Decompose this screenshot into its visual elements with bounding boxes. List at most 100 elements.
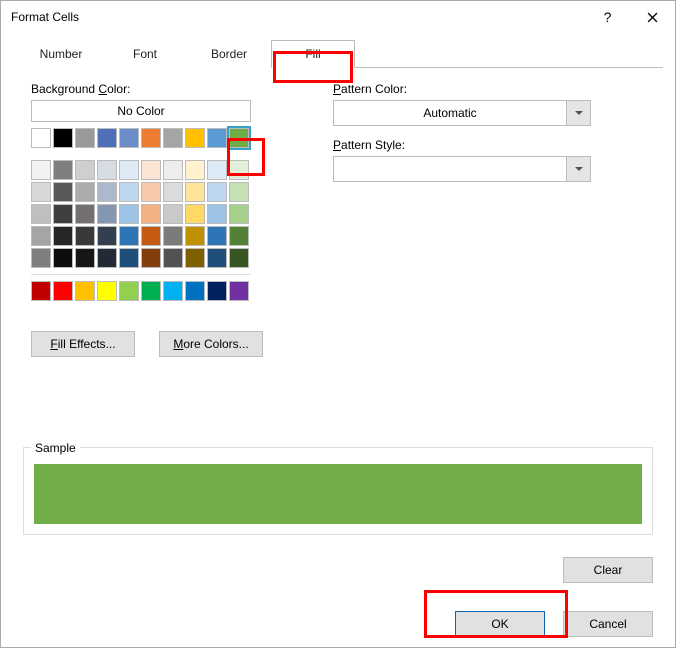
color-swatch[interactable] [163, 248, 183, 268]
tabstrip: Number Font Border Fill [19, 39, 663, 68]
color-swatch[interactable] [229, 204, 249, 224]
color-swatch[interactable] [75, 226, 95, 246]
no-color-button[interactable]: No Color [31, 100, 251, 122]
pattern-color-dropdown[interactable]: Automatic [333, 100, 591, 126]
color-swatch[interactable] [119, 226, 139, 246]
color-swatch[interactable] [141, 226, 161, 246]
color-swatch[interactable] [31, 182, 51, 202]
color-swatch[interactable] [185, 226, 205, 246]
right-column: Pattern Color: Automatic Pattern Style: [333, 82, 591, 357]
color-swatch[interactable] [75, 160, 95, 180]
pattern-color-label: Pattern Color: [333, 82, 591, 96]
color-swatch[interactable] [31, 160, 51, 180]
color-swatch[interactable] [97, 182, 117, 202]
close-button[interactable] [630, 1, 675, 33]
standard-colors-row [31, 281, 263, 301]
color-swatch[interactable] [185, 281, 205, 301]
color-swatch[interactable] [163, 182, 183, 202]
color-swatch[interactable] [207, 160, 227, 180]
color-swatch[interactable] [185, 248, 205, 268]
color-swatch[interactable] [53, 182, 73, 202]
color-swatch[interactable] [185, 182, 205, 202]
color-swatch[interactable] [31, 281, 51, 301]
color-swatch[interactable] [207, 226, 227, 246]
color-swatch[interactable] [53, 226, 73, 246]
color-swatch[interactable] [229, 128, 249, 148]
color-swatch[interactable] [119, 182, 139, 202]
color-swatch[interactable] [75, 248, 95, 268]
color-swatch[interactable] [185, 204, 205, 224]
color-swatch[interactable] [141, 160, 161, 180]
color-swatch[interactable] [119, 281, 139, 301]
color-swatch[interactable] [119, 248, 139, 268]
color-swatch[interactable] [97, 204, 117, 224]
tab-number[interactable]: Number [19, 40, 103, 68]
left-column: Background Color: No Color Fill Effects.… [31, 82, 263, 357]
color-swatch[interactable] [163, 128, 183, 148]
color-swatch[interactable] [185, 160, 205, 180]
color-swatch[interactable] [97, 281, 117, 301]
color-swatch[interactable] [207, 182, 227, 202]
cancel-button[interactable]: Cancel [563, 611, 653, 637]
ok-button[interactable]: OK [455, 611, 545, 637]
color-swatch[interactable] [53, 160, 73, 180]
color-swatch[interactable] [119, 160, 139, 180]
color-swatch[interactable] [119, 128, 139, 148]
color-swatch[interactable] [229, 160, 249, 180]
color-swatch[interactable] [229, 248, 249, 268]
color-palette [31, 128, 263, 268]
color-swatch[interactable] [75, 204, 95, 224]
color-swatch[interactable] [75, 182, 95, 202]
color-swatch[interactable] [53, 281, 73, 301]
color-swatch[interactable] [53, 204, 73, 224]
color-swatch[interactable] [163, 160, 183, 180]
color-swatch[interactable] [207, 248, 227, 268]
tab-fill[interactable]: Fill [271, 40, 355, 68]
palette-divider [31, 274, 251, 275]
color-swatch[interactable] [141, 182, 161, 202]
color-swatch[interactable] [119, 204, 139, 224]
color-swatch[interactable] [207, 128, 227, 148]
titlebar: Format Cells ? [1, 1, 675, 33]
color-swatch[interactable] [75, 128, 95, 148]
color-swatch[interactable] [53, 248, 73, 268]
color-swatch[interactable] [229, 281, 249, 301]
sample-label: Sample [31, 441, 80, 455]
more-colors-button[interactable]: More Colors... [159, 331, 263, 357]
chevron-down-icon [566, 101, 590, 125]
color-swatch[interactable] [163, 204, 183, 224]
color-swatch[interactable] [141, 204, 161, 224]
fill-effects-button[interactable]: Fill Effects... [31, 331, 135, 357]
color-swatch[interactable] [97, 128, 117, 148]
help-button[interactable]: ? [585, 1, 630, 33]
sample-preview [34, 464, 642, 524]
pattern-color-value: Automatic [334, 106, 566, 120]
color-swatch[interactable] [75, 281, 95, 301]
clear-button[interactable]: Clear [563, 557, 653, 583]
sample-group: Sample [23, 441, 653, 535]
color-swatch[interactable] [229, 226, 249, 246]
color-swatch[interactable] [163, 226, 183, 246]
color-swatch[interactable] [163, 281, 183, 301]
tab-border[interactable]: Border [187, 40, 271, 68]
color-swatch[interactable] [207, 204, 227, 224]
color-swatch[interactable] [97, 160, 117, 180]
color-swatch[interactable] [141, 281, 161, 301]
color-swatch[interactable] [31, 204, 51, 224]
pattern-style-dropdown[interactable] [333, 156, 591, 182]
color-swatch[interactable] [141, 248, 161, 268]
color-swatch[interactable] [97, 248, 117, 268]
color-swatch[interactable] [31, 128, 51, 148]
color-swatch[interactable] [229, 182, 249, 202]
color-swatch[interactable] [141, 128, 161, 148]
background-color-label: Background Color: [31, 82, 263, 96]
chevron-down-icon [566, 157, 590, 181]
color-swatch[interactable] [31, 248, 51, 268]
pattern-style-label: Pattern Style: [333, 138, 591, 152]
color-swatch[interactable] [53, 128, 73, 148]
color-swatch[interactable] [185, 128, 205, 148]
color-swatch[interactable] [31, 226, 51, 246]
color-swatch[interactable] [97, 226, 117, 246]
tab-font[interactable]: Font [103, 40, 187, 68]
color-swatch[interactable] [207, 281, 227, 301]
